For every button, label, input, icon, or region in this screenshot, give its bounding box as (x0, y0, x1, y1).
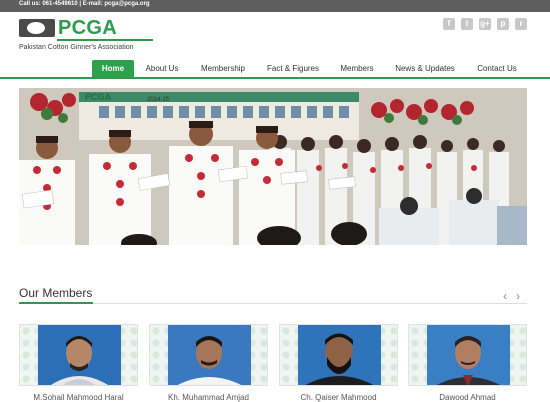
member-name[interactable]: Dawood Ahmad (408, 393, 527, 402)
pinterest-icon[interactable]: p (497, 18, 509, 30)
nav-news-updates[interactable]: News & Updates (391, 60, 459, 78)
google-plus-icon[interactable]: g+ (479, 18, 491, 30)
contact-info: Call us: 061-4549610 | E-mail: pcga@pcga… (19, 1, 150, 7)
logo-subtitle: Pakistan Cotton Ginner's Association (19, 44, 134, 51)
member-name[interactable]: M.Sohail Mahmood Haral (19, 393, 138, 402)
nav-membership[interactable]: Membership (196, 60, 250, 78)
member-name[interactable]: Kh. Muhammad Amjad (149, 393, 268, 402)
member-photo (38, 325, 121, 385)
twitter-icon[interactable]: t (461, 18, 473, 30)
nav-home[interactable]: Home (92, 60, 134, 78)
top-contact-bar: Call us: 061-4549610 | E-mail: pcga@pcga… (0, 0, 550, 12)
nav-fact-figures[interactable]: Fact & Figures (263, 60, 323, 78)
member-card[interactable] (19, 324, 138, 386)
member-photo (298, 325, 381, 385)
member-photo (427, 325, 510, 385)
member-card[interactable] (149, 324, 268, 386)
our-members-heading: Our Members (19, 286, 93, 300)
hero-banner-photo: PCGA 2014-15 (19, 88, 527, 245)
banner-stage-year: 2014-15 (147, 97, 170, 103)
rss-icon[interactable]: r (515, 18, 527, 30)
member-card[interactable] (279, 324, 398, 386)
cotton-logo-icon (19, 19, 55, 37)
facebook-icon[interactable]: f (443, 18, 455, 30)
member-name[interactable]: Ch. Qaiser Mahmood (279, 393, 398, 402)
logo-name: PCGA (58, 17, 117, 39)
chevron-right-icon[interactable]: › (516, 289, 520, 303)
nav-contact-us[interactable]: Contact Us (472, 60, 522, 78)
ceremony-photo: PCGA 2014-15 (19, 88, 527, 245)
nav-members[interactable]: Members (336, 60, 378, 78)
banner-stage-logo: PCGA (85, 92, 112, 102)
member-card[interactable] (408, 324, 527, 386)
chevron-left-icon[interactable]: ‹ (503, 289, 507, 303)
nav-about-us[interactable]: About Us (140, 60, 184, 78)
site-logo[interactable]: PCGA Pakistan Cotton Ginner's Associatio… (19, 17, 154, 53)
member-photo (168, 325, 251, 385)
